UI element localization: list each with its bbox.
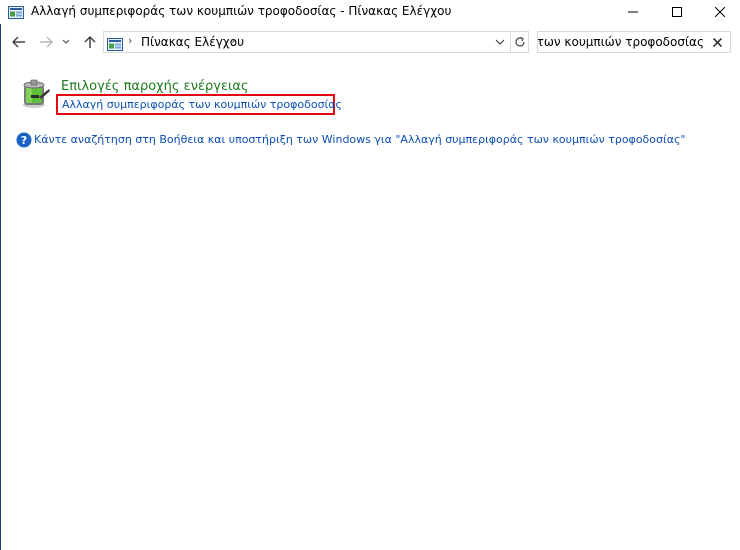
help-icon: ? [16,132,32,148]
refresh-button[interactable] [511,31,529,53]
window-edge [0,0,1,550]
address-bar[interactable]: › Πίνακας Ελέγχου › [103,31,511,53]
window-title: Αλλαγή συμπεριφοράς των κουμπιών τροφοδο… [31,4,452,18]
breadcrumb-separator[interactable]: › [128,34,132,47]
address-dropdown-button[interactable] [493,35,507,49]
search-box[interactable]: ς των κουμπιών τροφοδοσίας [537,31,731,53]
maximize-icon [672,7,682,17]
minimize-icon [628,11,638,13]
battery-icon [19,77,51,109]
close-icon [715,7,725,17]
forward-button[interactable] [36,32,56,52]
clear-search-button[interactable] [710,34,724,50]
title-bar[interactable]: Αλλαγή συμπεριφοράς των κουμπιών τροφοδο… [0,0,740,24]
power-options-link[interactable]: Επιλογές παροχής ενέργειας [61,79,249,94]
navigation-bar: › Πίνακας Ελέγχου › ς των κουμπιών τροφο… [0,29,740,55]
change-power-buttons-link[interactable]: Αλλαγή συμπεριφοράς των κουμπιών τροφοδο… [62,98,342,111]
help-search-row: ? Κάντε αναζήτηση στη Βοήθεια και υποστή… [16,131,726,149]
breadcrumb-control-panel[interactable]: Πίνακας Ελέγχου [141,35,244,49]
arrow-right-icon [40,36,53,48]
arrow-left-icon [12,36,25,48]
breadcrumb-separator[interactable]: › [231,34,235,47]
close-button[interactable] [697,0,740,24]
control-panel-icon [107,36,123,51]
recent-locations-button[interactable] [59,32,73,52]
close-icon [712,37,722,47]
back-button[interactable] [9,32,29,52]
minimize-button[interactable] [610,0,656,24]
up-button[interactable] [80,32,100,52]
arrow-up-icon [84,36,96,48]
search-input[interactable]: ς των κουμπιών τροφοδοσίας [538,35,704,49]
chevron-down-icon [62,39,70,44]
control-panel-window: Αλλαγή συμπεριφοράς των κουμπιών τροφοδο… [0,0,740,550]
svg-text:?: ? [21,134,27,147]
windows-help-search-link[interactable]: Κάντε αναζήτηση στη Βοήθεια και υποστήρι… [34,133,685,146]
control-panel-icon [8,4,24,19]
refresh-icon [514,36,525,47]
maximize-button[interactable] [654,0,700,24]
highlighted-task-box: Αλλαγή συμπεριφοράς των κουμπιών τροφοδο… [56,94,342,115]
chevron-down-icon [495,39,505,45]
